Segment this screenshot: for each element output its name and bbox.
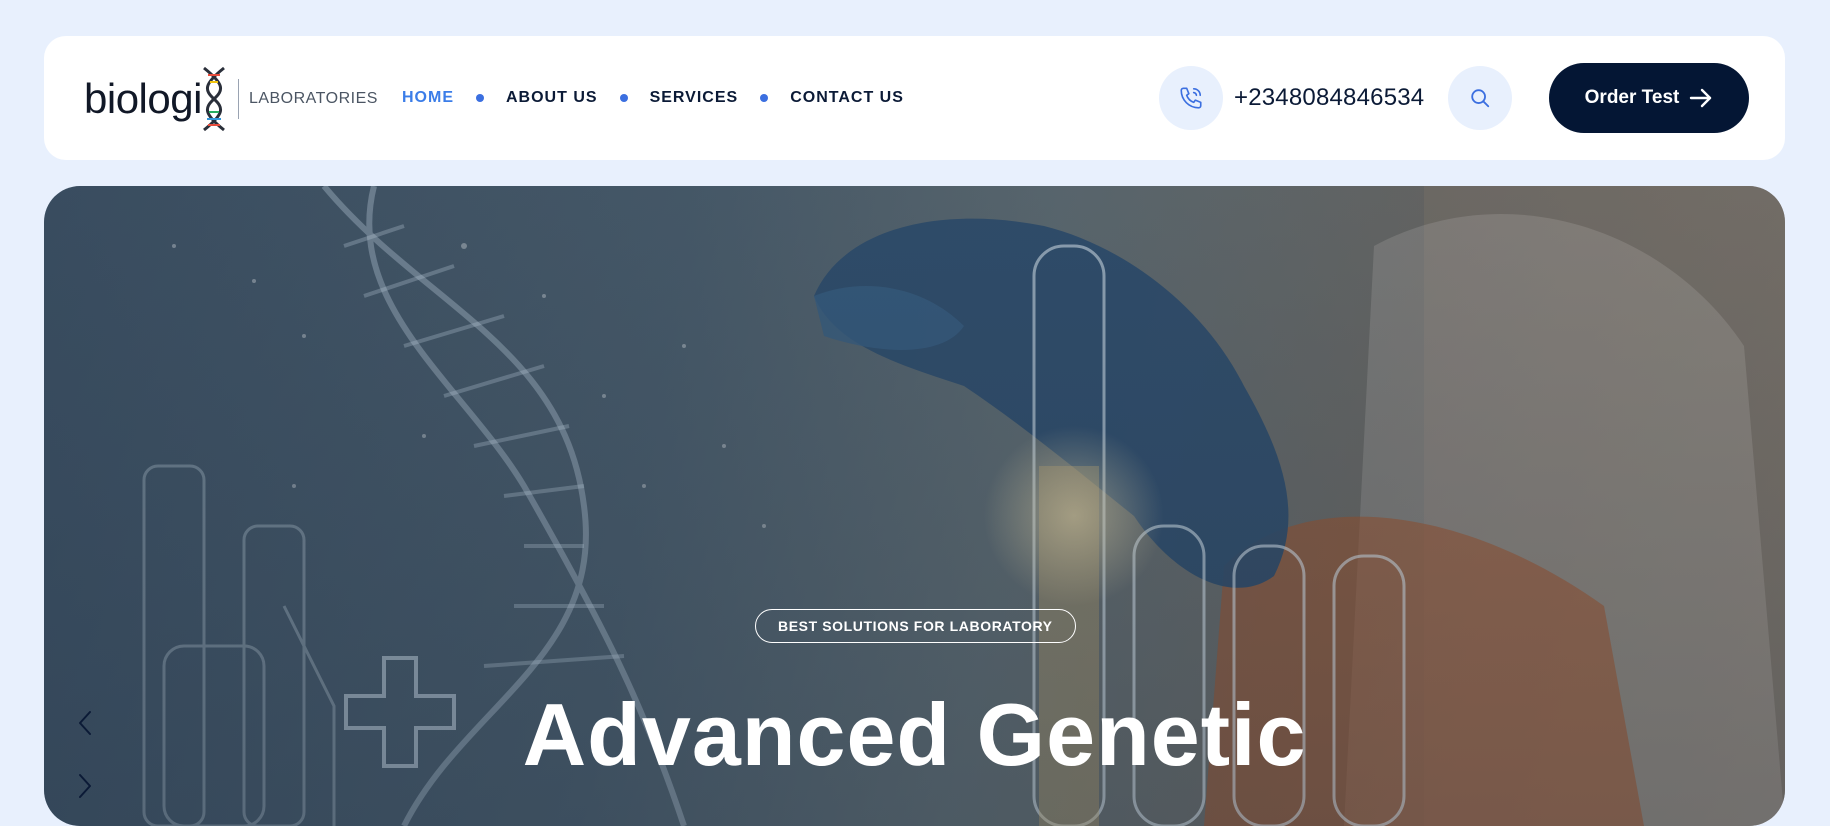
slider-prev-button[interactable] bbox=[72, 708, 98, 738]
search-button[interactable] bbox=[1448, 66, 1512, 130]
dna-logo-icon bbox=[203, 66, 225, 132]
nav-home[interactable]: HOME bbox=[402, 89, 454, 107]
phone-number[interactable]: +2348084846534 bbox=[1234, 36, 1424, 160]
logo-wordmark: biologi bbox=[84, 75, 202, 122]
order-test-button[interactable]: Order Test bbox=[1549, 63, 1749, 133]
nav-separator-dot bbox=[476, 94, 484, 102]
logo-subtitle: LABORATORIES bbox=[248, 90, 378, 107]
logo[interactable]: biologi LABORATORIES bbox=[84, 64, 378, 134]
nav-separator-dot bbox=[619, 94, 628, 102]
phone-button[interactable] bbox=[1159, 66, 1223, 130]
hero-title: Advanced Genetic bbox=[522, 685, 1307, 784]
site-header: biologi LABORATORIES HOME ABOUT US SERVI… bbox=[44, 36, 1785, 160]
nav-separator-dot bbox=[760, 94, 769, 102]
hero-badge: BEST SOLUTIONS FOR LABORATORY bbox=[755, 609, 1076, 643]
main-nav: HOME ABOUT US SERVICES CONTACT US bbox=[402, 36, 904, 160]
chevron-left-icon bbox=[79, 711, 91, 735]
slider-next-button[interactable] bbox=[72, 771, 98, 801]
nav-about-us[interactable]: ABOUT US bbox=[506, 89, 598, 107]
phone-icon bbox=[1180, 87, 1202, 109]
arrow-right-icon bbox=[1690, 88, 1712, 108]
nav-services[interactable]: SERVICES bbox=[650, 89, 739, 107]
nav-contact-us[interactable]: CONTACT US bbox=[790, 89, 904, 107]
hero-slider: BEST SOLUTIONS FOR LABORATORY Advanced G… bbox=[44, 186, 1785, 826]
order-test-label: Order Test bbox=[1584, 87, 1680, 108]
search-icon bbox=[1471, 89, 1490, 108]
chevron-right-icon bbox=[79, 774, 91, 798]
logo-divider bbox=[237, 79, 239, 119]
